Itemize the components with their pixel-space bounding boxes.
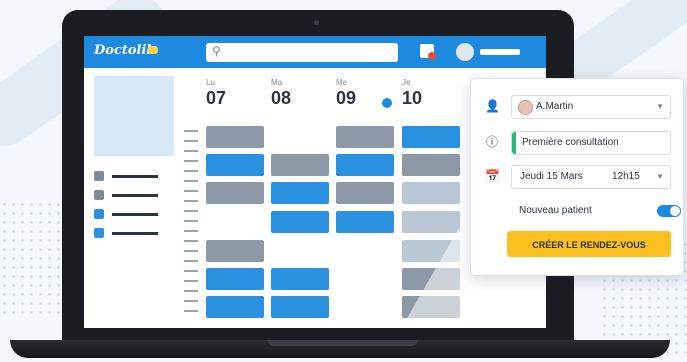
- appointment-slot[interactable]: [206, 268, 264, 290]
- legend-label-line: [112, 175, 158, 178]
- logo-badge: [148, 46, 158, 54]
- calendar-date-icon: 📅: [485, 169, 500, 183]
- reason-text: Première consultation: [522, 137, 619, 148]
- legend-label-line: [112, 232, 158, 235]
- practitioner-select[interactable]: A.Martin ▼: [511, 95, 671, 119]
- practitioner-row: 👤 A.Martin ▼: [481, 95, 671, 119]
- hour-tick: [184, 170, 198, 172]
- appointment-slot[interactable]: [271, 154, 329, 176]
- hour-tick: [184, 250, 198, 252]
- date-row: 📅 Jeudi 15 Mars 12h15 ▼: [481, 165, 671, 189]
- mini-calendar[interactable]: [94, 76, 174, 156]
- legend-label-line: [112, 194, 158, 197]
- date-field[interactable]: Jeudi 15 Mars 12h15 ▼: [511, 165, 671, 189]
- day-name: Lu: [206, 78, 215, 87]
- appointment-slot[interactable]: [336, 126, 394, 148]
- top-bar: Doctolib ⚲: [84, 36, 546, 68]
- hour-tick: [184, 290, 198, 292]
- appointment-slot[interactable]: [336, 154, 394, 176]
- day-number: 07: [206, 88, 227, 108]
- today-indicator: [382, 98, 392, 108]
- user-icon: 👤: [485, 99, 500, 113]
- new-patient-row: Nouveau patient: [481, 201, 681, 225]
- create-appointment-button[interactable]: CRÉER LE RENDEZ-VOUS: [507, 231, 671, 257]
- info-icon: ⓘ: [485, 135, 498, 149]
- laptop-base-notch: [268, 340, 418, 346]
- hour-tick: [184, 130, 198, 132]
- hour-tick: [184, 200, 198, 202]
- practitioner-name: A.Martin: [536, 101, 574, 112]
- notification-dot: [428, 52, 436, 60]
- hour-tick: [184, 280, 198, 282]
- hour-tick: [184, 310, 198, 312]
- day-header[interactable]: Je 10: [402, 78, 458, 109]
- appointment-slot[interactable]: [271, 211, 329, 233]
- appointment-slot[interactable]: [206, 154, 264, 176]
- hour-tick: [184, 230, 198, 232]
- appointment-popup: 👤 A.Martin ▼ ⓘ Première consultation 📅 J…: [470, 78, 684, 276]
- practitioner-avatar: [518, 100, 533, 115]
- reason-row: ⓘ Première consultation: [481, 131, 671, 155]
- app-logo[interactable]: Doctolib: [94, 43, 156, 58]
- legend-swatch: [94, 228, 104, 238]
- reason-color-strip: [512, 132, 516, 154]
- legend-item[interactable]: [94, 190, 174, 202]
- new-patient-toggle[interactable]: [657, 205, 681, 217]
- legend-swatch: [94, 190, 104, 200]
- user-name-placeholder: [480, 49, 520, 55]
- hour-tick: [184, 140, 198, 142]
- legend-swatch: [94, 209, 104, 219]
- hour-tick: [184, 210, 198, 212]
- appointment-slot[interactable]: [336, 211, 394, 233]
- hour-tick: [184, 260, 198, 262]
- legend-label-line: [112, 213, 158, 216]
- legend-item[interactable]: [94, 228, 174, 240]
- hour-tick: [184, 300, 198, 302]
- avatar[interactable]: [456, 43, 474, 61]
- hour-tick: [184, 190, 198, 192]
- appointment-slot[interactable]: [206, 296, 264, 318]
- day-name: Je: [402, 78, 411, 87]
- day-name: Me: [336, 78, 348, 87]
- hour-tick: [184, 240, 198, 242]
- appointment-slot[interactable]: [271, 268, 329, 290]
- hour-tick: [184, 150, 198, 152]
- search-input[interactable]: ⚲: [206, 43, 398, 62]
- day-header[interactable]: Ma 08: [271, 78, 327, 109]
- appointment-slot[interactable]: [206, 182, 264, 204]
- day-number: 08: [271, 88, 292, 108]
- hour-tick: [184, 220, 198, 222]
- appointment-slot[interactable]: [206, 126, 264, 148]
- time-select[interactable]: 12h15: [612, 166, 640, 188]
- day-number: 10: [402, 88, 423, 108]
- toggle-knob: [670, 206, 680, 216]
- appointment-slot[interactable]: [336, 182, 394, 204]
- reason-select[interactable]: Première consultation: [511, 131, 671, 155]
- appointment-slot[interactable]: [206, 240, 264, 262]
- chevron-down-icon: ▼: [656, 102, 664, 111]
- day-header[interactable]: Lu 07: [206, 78, 262, 109]
- chevron-down-icon: ▼: [656, 172, 664, 181]
- hour-tick: [184, 270, 198, 272]
- appointment-slot[interactable]: [271, 296, 329, 318]
- date-text: Jeudi 15 Mars: [520, 171, 583, 182]
- hour-tick: [184, 160, 198, 162]
- search-icon: ⚲: [212, 44, 221, 58]
- appointment-slot[interactable]: [271, 182, 329, 204]
- legend-item[interactable]: [94, 209, 174, 221]
- legend-item[interactable]: [94, 171, 174, 183]
- day-name: Ma: [271, 78, 283, 87]
- laptop-camera: [314, 20, 319, 25]
- new-patient-label: Nouveau patient: [519, 205, 592, 216]
- hour-tick: [184, 180, 198, 182]
- legend-swatch: [94, 171, 104, 181]
